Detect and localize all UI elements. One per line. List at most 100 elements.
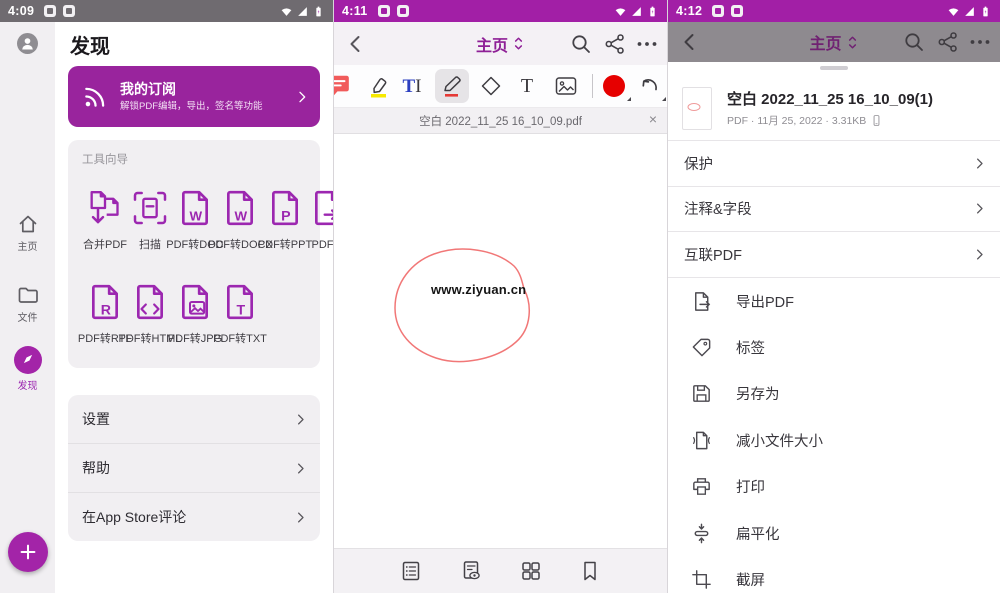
pdf-convert-icon[interactable]	[308, 188, 333, 228]
action-label: 另存为	[736, 383, 780, 404]
section-protect[interactable]: 保护	[668, 140, 1000, 186]
menu-item-help[interactable]: 帮助	[68, 443, 320, 492]
bookmark-icon[interactable]	[578, 559, 602, 583]
sheet-drag-handle[interactable]	[820, 66, 848, 70]
highlighter-tool-icon[interactable]	[366, 73, 392, 99]
image-tool-icon[interactable]	[553, 73, 579, 99]
pdf-to-ppt-icon[interactable]: P	[265, 188, 305, 228]
subscription-banner[interactable]: 我的订阅 解锁PDF编辑，导出，签名等功能	[68, 66, 320, 127]
ink-color-tool-icon[interactable]	[601, 73, 627, 99]
tools-card: 工具向导 W W P	[68, 140, 320, 368]
thumbnails-grid-icon[interactable]	[519, 559, 543, 583]
action-screenshot[interactable]: 截屏	[668, 556, 1000, 593]
action-label: 标签	[736, 337, 765, 358]
close-tab-icon[interactable]: ×	[649, 112, 657, 126]
sidebar-item-home[interactable]: 主页	[0, 212, 55, 253]
pdf-to-html-icon[interactable]	[130, 282, 170, 322]
action-print[interactable]: 打印	[668, 464, 1000, 510]
eraser-tool-icon[interactable]	[478, 73, 504, 99]
overflow-menu-icon[interactable]	[635, 32, 659, 56]
sidebar-item-label: 主页	[18, 242, 38, 253]
status-time: 4:09	[8, 4, 34, 18]
notification-icon	[44, 5, 56, 17]
share-icon[interactable]	[603, 32, 627, 56]
sidebar-item-discover[interactable]: 发现	[0, 346, 55, 392]
action-label: 扁平化	[736, 523, 780, 544]
outline-list-icon[interactable]	[399, 559, 423, 583]
chevron-right-icon	[972, 156, 987, 171]
battery-icon	[312, 5, 325, 18]
menu-item-label: 帮助	[82, 458, 110, 478]
pdf-to-rtf-icon[interactable]: R	[85, 282, 125, 322]
menu-item-settings[interactable]: 设置	[68, 395, 320, 443]
editor-bottom-toolbar	[334, 548, 667, 593]
action-list: 导出PDF 标签 另存为 减小文件大小 打印	[668, 277, 1000, 593]
text-tool-icon[interactable]: T	[514, 73, 540, 99]
page-title: 发现	[70, 30, 110, 59]
status-time: 4:11	[342, 4, 368, 18]
share-icon[interactable]	[936, 30, 960, 54]
action-tags[interactable]: 标签	[668, 324, 1000, 370]
chevron-right-icon	[293, 510, 308, 525]
merge-pdf-icon[interactable]	[85, 188, 125, 228]
pdf-to-doc-icon[interactable]: W	[175, 188, 215, 228]
canvas-text: www.ziyuan.cn	[431, 282, 526, 297]
tools-card-title: 工具向导	[82, 151, 128, 167]
tool-label[interactable]: PDF转	[296, 236, 333, 252]
person-icon	[19, 35, 36, 52]
bottom-sheet: 空白 2022_11_25 16_10_09(1) PDF · 11月 25, …	[668, 62, 1000, 593]
tool-label[interactable]: PDF转TXT	[208, 330, 272, 346]
section-annotations-fields[interactable]: 注释&字段	[668, 186, 1000, 232]
search-icon[interactable]	[902, 30, 926, 54]
device-icon	[870, 114, 883, 127]
text-insert-tool-icon[interactable]: TI	[399, 73, 425, 99]
document-tab[interactable]: 空白 2022_11_25 16_10_09.pdf ×	[334, 108, 667, 134]
section-label: 互联PDF	[684, 244, 742, 265]
menu-item-review[interactable]: 在App Store评论	[68, 492, 320, 541]
chevron-right-icon	[972, 247, 987, 262]
comment-tool-icon[interactable]	[333, 73, 351, 99]
battery-icon	[646, 5, 659, 18]
pdf-to-jpg-icon[interactable]	[175, 282, 215, 322]
menu-item-label: 在App Store评论	[82, 507, 186, 527]
action-reduce-file-size[interactable]: 减小文件大小	[668, 417, 1000, 463]
wifi-icon	[947, 5, 960, 18]
file-name: 空白 2022_11_25 16_10_09(1)	[727, 88, 987, 109]
avatar[interactable]	[17, 33, 38, 54]
notification-icon	[63, 5, 75, 17]
status-bar: 4:12	[668, 0, 1000, 22]
page-preview-icon[interactable]	[459, 559, 483, 583]
action-label: 打印	[736, 476, 765, 497]
export-icon	[690, 290, 713, 313]
status-bar: 4:09	[0, 0, 333, 22]
annotation-toolbar: TI T	[334, 65, 667, 108]
nav-title: 主页	[476, 32, 508, 56]
sidebar-item-files[interactable]: 文件	[0, 283, 55, 324]
home-icon	[16, 212, 40, 236]
shrink-file-icon	[690, 429, 713, 452]
chevron-right-icon	[294, 89, 310, 105]
action-export-pdf[interactable]: 导出PDF	[668, 278, 1000, 324]
sidebar-rail: 主页 文件 发现	[0, 22, 55, 593]
status-time: 4:12	[676, 4, 702, 18]
file-thumbnail	[682, 87, 712, 130]
svg-text:T: T	[237, 303, 246, 319]
search-icon[interactable]	[569, 32, 593, 56]
action-save-as[interactable]: 另存为	[668, 371, 1000, 417]
add-fab-button[interactable]	[8, 532, 48, 572]
sidebar-item-label: 文件	[18, 313, 38, 324]
overflow-menu-icon[interactable]	[968, 30, 992, 54]
notification-icon	[397, 5, 409, 17]
scan-icon[interactable]	[130, 188, 170, 228]
chevron-right-icon	[293, 461, 308, 476]
document-menu-panel: 4:12 主页	[667, 0, 1000, 593]
section-connected-pdf[interactable]: 互联PDF	[668, 231, 1000, 277]
pdf-to-txt-icon[interactable]: T	[220, 282, 260, 322]
pdf-to-docx-icon[interactable]: W	[220, 188, 260, 228]
save-icon	[690, 382, 713, 405]
pdf-canvas[interactable]: www.ziyuan.cn	[334, 134, 667, 548]
undo-icon[interactable]	[636, 73, 662, 99]
action-flatten[interactable]: 扁平化	[668, 510, 1000, 556]
pencil-tool-icon[interactable]	[435, 69, 469, 103]
status-bar: 4:11	[334, 0, 667, 22]
